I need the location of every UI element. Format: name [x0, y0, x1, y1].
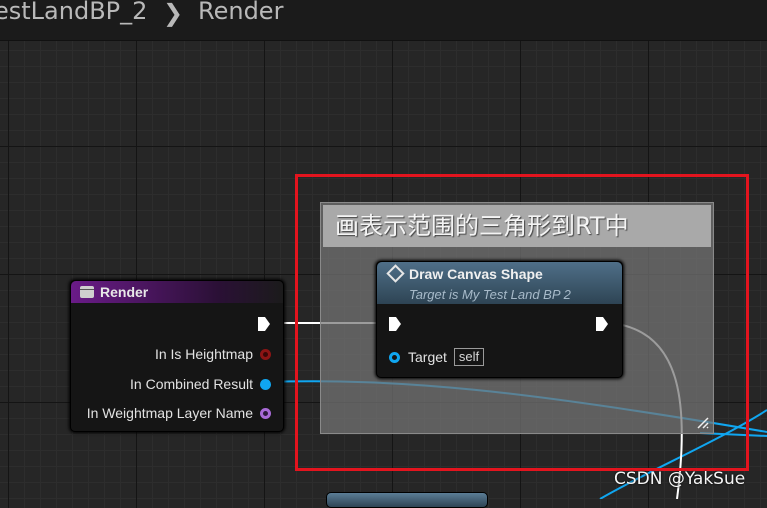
name-pin-icon[interactable] — [260, 407, 271, 419]
pin-label-layer-name: In Weightmap Layer Name — [86, 405, 253, 421]
pin-label-combined-result: In Combined Result — [130, 376, 253, 392]
pin-row-layer-name[interactable]: In Weightmap Layer Name — [87, 405, 271, 421]
object-pin-icon[interactable] — [260, 378, 271, 390]
pin-row-is-heightmap[interactable]: In Is Heightmap — [155, 346, 271, 362]
render-exec-out-pin-icon[interactable] — [257, 316, 271, 332]
function-icon — [80, 286, 94, 298]
pin-label-is-heightmap: In Is Heightmap — [154, 346, 253, 362]
render-node-header[interactable]: Render — [71, 281, 283, 303]
boolean-pin-icon[interactable] — [260, 348, 271, 360]
render-event-node[interactable]: Render In Is Heightmap In Combined Resul… — [70, 280, 284, 432]
offscreen-node-header[interactable] — [326, 492, 488, 508]
pin-row-combined-result[interactable]: In Combined Result — [130, 376, 271, 392]
render-node-title: Render — [100, 284, 149, 300]
highlight-annotation-box — [295, 174, 749, 471]
watermark-text: CSDN @YakSue — [614, 469, 746, 489]
